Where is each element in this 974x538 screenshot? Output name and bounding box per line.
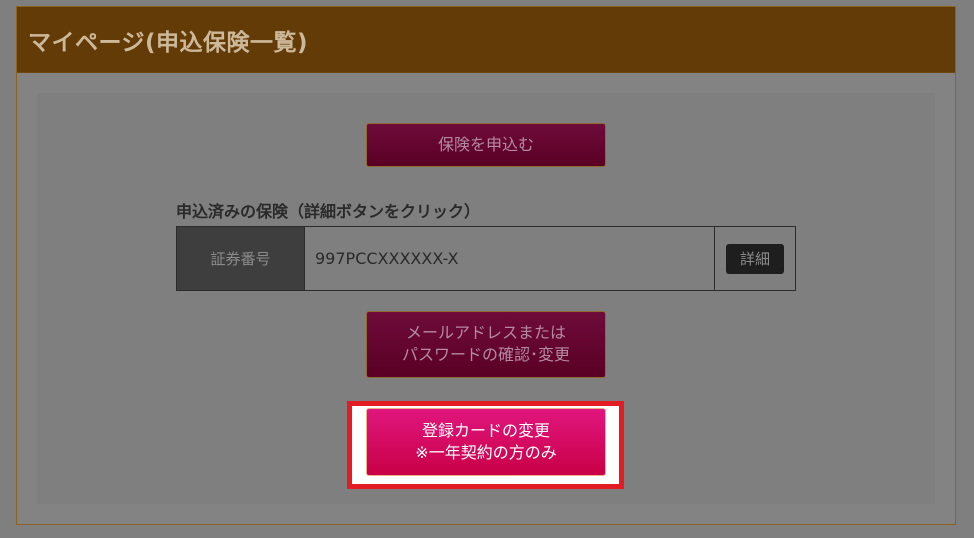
applied-insurance-label: 申込済みの保険（詳細ボタンをクリック） [176,202,481,221]
policy-table: 証券番号 997PCCXXXXXX-X 詳細 [176,226,796,291]
card-button-line1: 登録カードの変更 [421,421,550,440]
panel-header: マイページ(申込保険一覧) [17,7,955,73]
policy-action-cell: 詳細 [715,227,795,290]
apply-insurance-button[interactable]: 保険を申込む [366,123,606,167]
email-button-line2: パスワードの確認･変更 [401,345,570,364]
policy-number-header: 証券番号 [177,227,305,290]
email-button-line1: メールアドレスまたは [405,323,566,342]
email-password-button[interactable]: メールアドレスまたは パスワードの確認･変更 [366,311,606,378]
page-title: マイページ(申込保険一覧) [28,30,309,56]
card-button-line2: ※一年契約の方のみ [415,443,557,462]
change-card-button[interactable]: 登録カードの変更 ※一年契約の方のみ [366,408,606,476]
detail-button[interactable]: 詳細 [726,243,784,274]
policy-number-value: 997PCCXXXXXX-X [305,227,715,290]
